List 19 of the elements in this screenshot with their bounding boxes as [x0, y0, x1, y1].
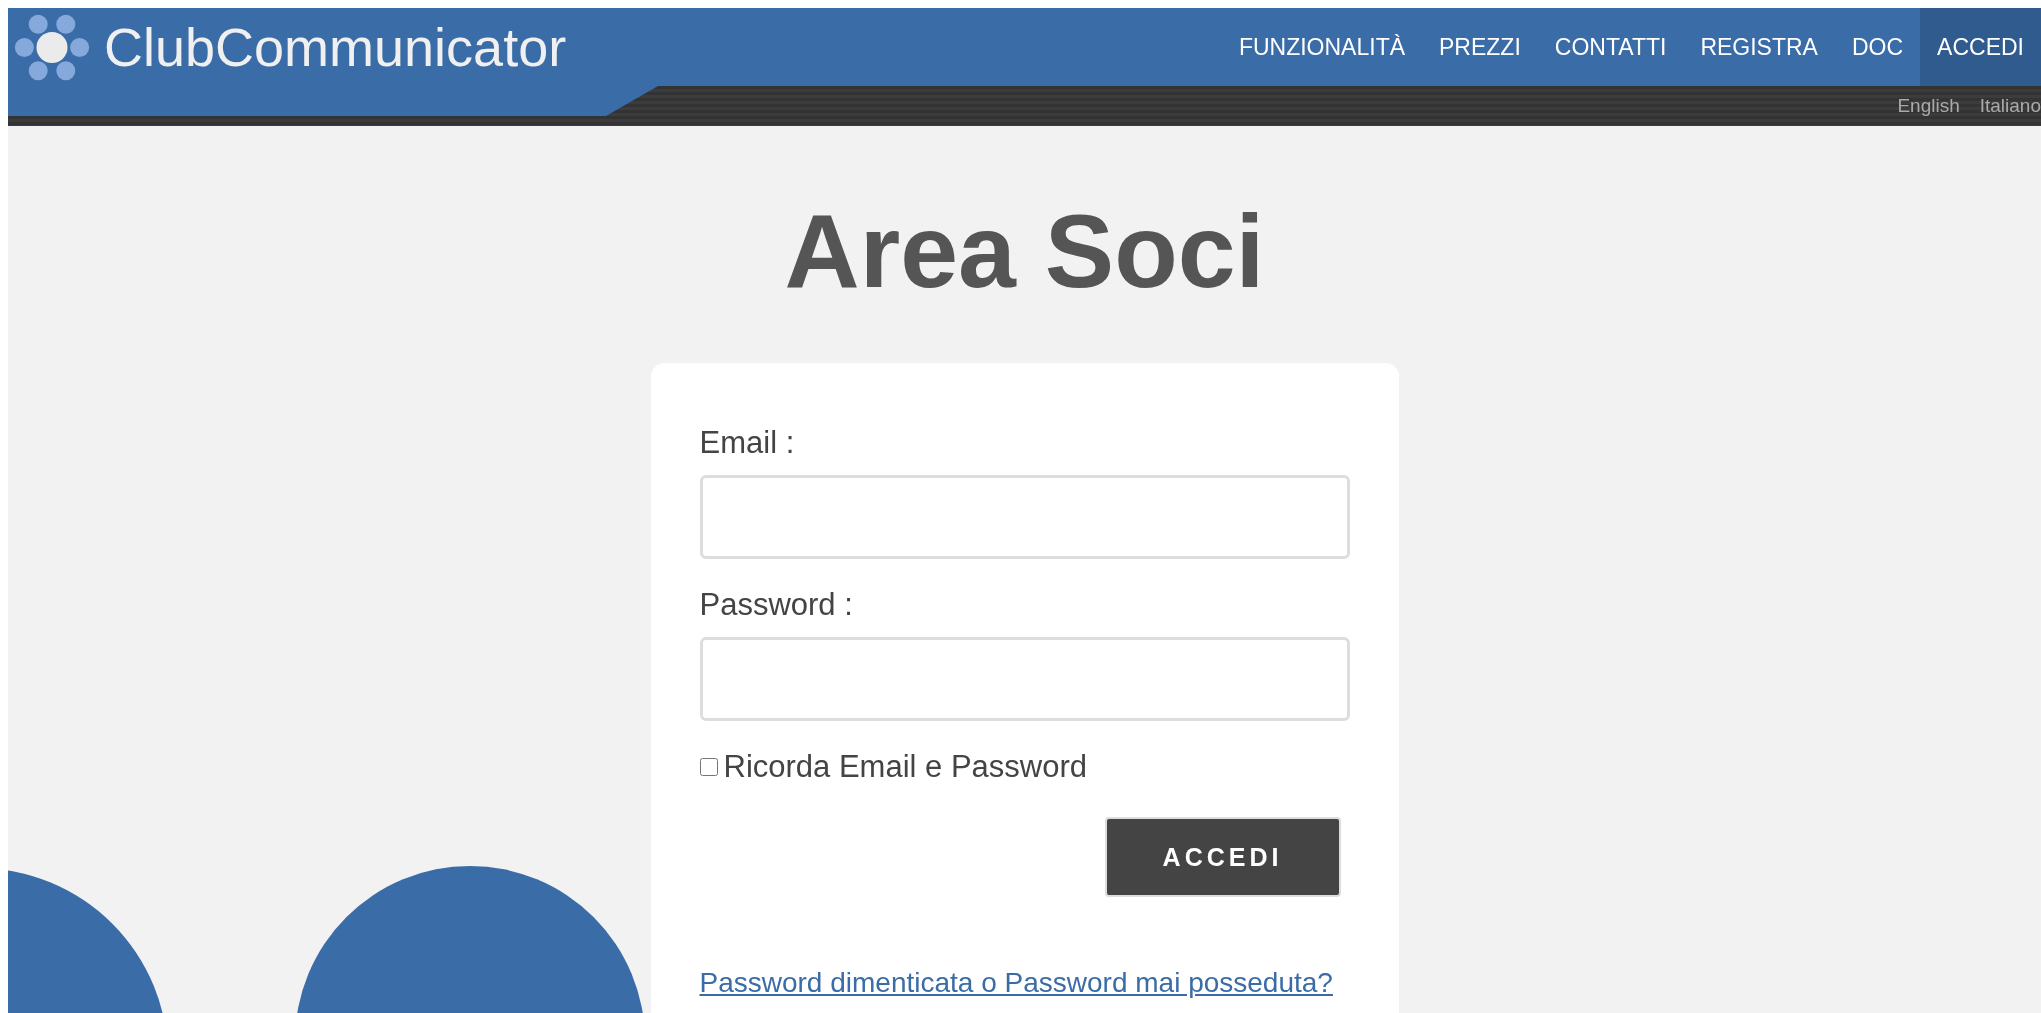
logo-flower-icon	[14, 12, 90, 82]
page-title: Area Soci	[783, 192, 1266, 311]
nav-link[interactable]: ACCEDI	[1920, 8, 2041, 86]
nav-link[interactable]: DOC	[1834, 8, 1921, 86]
nav-link[interactable]: FUNZIONALITÀ	[1221, 8, 1423, 86]
nav-link[interactable]: CONTATTI	[1537, 8, 1684, 86]
remember-checkbox[interactable]	[699, 758, 718, 776]
logo-text: ClubCommunicator	[104, 16, 567, 78]
nav-link[interactable]: REGISTRA	[1683, 8, 1835, 86]
login-button[interactable]: ACCEDI	[1104, 817, 1341, 897]
checkbox-label: Ricorda Email e Password	[723, 749, 1088, 785]
field-label: Email :	[699, 425, 796, 461]
language-link[interactable]: English	[1897, 95, 1960, 117]
field-label: Password :	[699, 587, 854, 623]
nav-link[interactable]: PREZZI	[1422, 8, 1538, 86]
password-field[interactable]	[699, 637, 1350, 721]
email-field[interactable]	[699, 475, 1350, 559]
forgot-password-link[interactable]: Password dimenticata o Password mai posseduta?	[699, 967, 1333, 998]
language-link[interactable]: Italiano	[1979, 95, 2041, 117]
